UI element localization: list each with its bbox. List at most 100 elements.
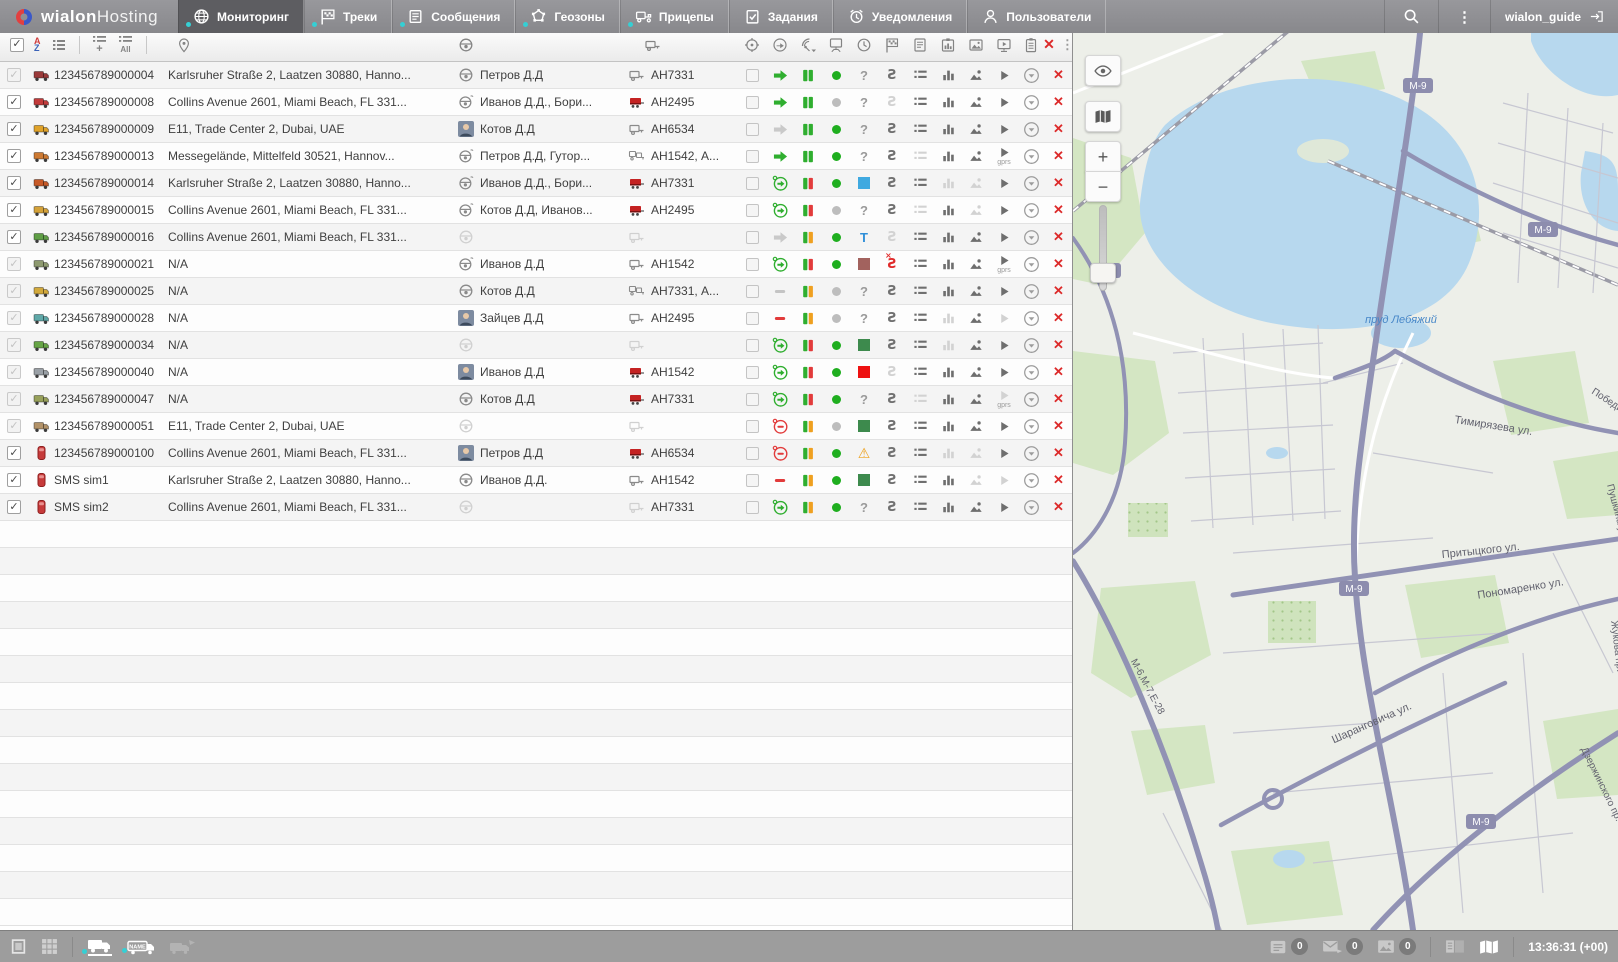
quick-chart-button[interactable] xyxy=(934,224,962,250)
list-menu-kebab-icon[interactable]: ⋮ xyxy=(1061,37,1074,53)
unit-menu-button[interactable] xyxy=(1018,386,1044,412)
follow-unit-checkbox[interactable] xyxy=(738,467,766,493)
remove-unit-button[interactable]: ✕ xyxy=(1044,413,1072,439)
unit-row[interactable]: ✓123456789000034N/AS✕ xyxy=(0,332,1072,359)
tab-geofences[interactable]: Геозоны xyxy=(515,0,620,33)
tab-tracks[interactable]: Треки xyxy=(304,0,392,33)
unit-visibility-checkbox[interactable]: ✓ xyxy=(0,386,28,412)
column-address[interactable] xyxy=(168,37,450,53)
quick-chart-button[interactable] xyxy=(934,359,962,385)
unit-menu-button[interactable] xyxy=(1018,224,1044,250)
media-button[interactable] xyxy=(962,386,990,412)
unit-row[interactable]: ✓SMS sim2Collins Avenue 2601, Miami Beac… xyxy=(0,494,1072,521)
quick-report-button[interactable] xyxy=(906,467,934,493)
quick-chart-button[interactable] xyxy=(934,305,962,331)
remove-unit-button[interactable]: ✕ xyxy=(1044,89,1072,115)
unit-row[interactable]: ✓123456789000025N/AКотов Д.ДАН7331, А...… xyxy=(0,278,1072,305)
quick-chart-button[interactable] xyxy=(934,278,962,304)
zoom-in-button[interactable]: + xyxy=(1085,141,1121,172)
unit-menu-button[interactable] xyxy=(1018,251,1044,277)
remove-unit-button[interactable]: ✕ xyxy=(1044,197,1072,223)
quick-chart-button[interactable] xyxy=(934,386,962,412)
unit-row[interactable]: ✓SMS sim1Karlsruher Straße 2, Laatzen 30… xyxy=(0,467,1072,494)
unit-visibility-checkbox[interactable]: ✓ xyxy=(0,116,28,142)
log-panel-button[interactable] xyxy=(1445,939,1465,954)
follow-unit-checkbox[interactable] xyxy=(738,386,766,412)
column-last-message[interactable] xyxy=(850,37,878,53)
quick-chart-button[interactable] xyxy=(934,251,962,277)
media-button[interactable] xyxy=(962,170,990,196)
column-driver[interactable] xyxy=(450,37,620,53)
media-button[interactable] xyxy=(962,62,990,88)
media-button[interactable] xyxy=(962,413,990,439)
follow-unit-checkbox[interactable] xyxy=(738,224,766,250)
unit-visibility-checkbox[interactable]: ✓ xyxy=(0,332,28,358)
tab-monitoring[interactable]: Мониторинг xyxy=(178,0,304,33)
follow-unit-checkbox[interactable] xyxy=(738,170,766,196)
clear-list-button[interactable]: ✕ xyxy=(1043,36,1055,53)
remove-unit-button[interactable]: ✕ xyxy=(1044,359,1072,385)
follow-unit-checkbox[interactable] xyxy=(738,332,766,358)
quick-track-button[interactable] xyxy=(990,62,1018,88)
column-reports[interactable] xyxy=(934,37,962,53)
user-menu[interactable]: wialon_guide xyxy=(1490,0,1618,33)
follow-unit-checkbox[interactable] xyxy=(738,305,766,331)
column-connection[interactable] xyxy=(794,37,822,53)
unit-row[interactable]: ✓123456789000014Karlsruher Straße 2, Laa… xyxy=(0,170,1072,197)
unit-row[interactable]: ✓123456789000047N/AКотов Д.ДАН7331?Sgprs… xyxy=(0,386,1072,413)
show-unit-traces-button[interactable] xyxy=(169,939,197,955)
unit-visibility-checkbox[interactable]: ✓ xyxy=(0,251,28,277)
remove-unit-button[interactable]: ✕ xyxy=(1044,62,1072,88)
unit-row[interactable]: ✓123456789000004Karlsruher Straße 2, Laa… xyxy=(0,62,1072,89)
quick-track-button[interactable] xyxy=(990,170,1018,196)
unit-visibility-checkbox[interactable]: ✓ xyxy=(0,413,28,439)
unit-menu-button[interactable] xyxy=(1018,440,1044,466)
quick-track-button[interactable] xyxy=(990,440,1018,466)
unit-row[interactable]: ✓123456789000015Collins Avenue 2601, Mia… xyxy=(0,197,1072,224)
unit-menu-button[interactable] xyxy=(1018,197,1044,223)
unit-visibility-checkbox[interactable]: ✓ xyxy=(0,494,28,520)
quick-track-button[interactable]: gprs xyxy=(990,386,1018,412)
tab-jobs[interactable]: Задания xyxy=(729,0,833,33)
follow-unit-checkbox[interactable] xyxy=(738,251,766,277)
remove-unit-button[interactable]: ✕ xyxy=(1044,305,1072,331)
map-toggle-button[interactable] xyxy=(1479,939,1499,955)
follow-unit-checkbox[interactable] xyxy=(738,440,766,466)
quick-report-button[interactable] xyxy=(906,494,934,520)
media-button[interactable] xyxy=(962,305,990,331)
show-unit-names-button[interactable]: NAME xyxy=(127,939,155,955)
unit-visibility-checkbox[interactable]: ✓ xyxy=(0,197,28,223)
quick-track-button[interactable] xyxy=(990,413,1018,439)
unit-row[interactable]: ✓123456789000008Collins Avenue 2601, Mia… xyxy=(0,89,1072,116)
quick-track-button[interactable] xyxy=(990,278,1018,304)
unit-menu-button[interactable] xyxy=(1018,278,1044,304)
remove-unit-button[interactable]: ✕ xyxy=(1044,116,1072,142)
media-button[interactable] xyxy=(962,224,990,250)
media-button[interactable] xyxy=(962,494,990,520)
zoom-out-button[interactable]: − xyxy=(1085,171,1121,202)
email-counter[interactable]: 0 xyxy=(1322,938,1363,955)
quick-report-button[interactable] xyxy=(906,359,934,385)
column-properties[interactable] xyxy=(906,37,934,53)
remove-unit-button[interactable]: ✕ xyxy=(1044,278,1072,304)
quick-track-button[interactable]: gprs xyxy=(990,251,1018,277)
remove-unit-button[interactable]: ✕ xyxy=(1044,494,1072,520)
map-area[interactable]: М-9 М-9 М-9 М-9 28 пруд Лебяжий Тимиряз xyxy=(1073,33,1618,930)
global-search-button[interactable] xyxy=(1384,0,1438,33)
quick-track-button[interactable] xyxy=(990,224,1018,250)
quick-report-button[interactable] xyxy=(906,224,934,250)
select-all-checkbox[interactable]: ✓ xyxy=(10,38,24,52)
unit-visibility-checkbox[interactable]: ✓ xyxy=(0,170,28,196)
quick-track-button[interactable]: gprs xyxy=(990,143,1018,169)
quick-chart-button[interactable] xyxy=(934,467,962,493)
quick-report-button[interactable] xyxy=(906,89,934,115)
column-motion-state[interactable] xyxy=(766,37,794,53)
unit-menu-button[interactable] xyxy=(1018,359,1044,385)
follow-unit-checkbox[interactable] xyxy=(738,197,766,223)
map-visibility-button[interactable] xyxy=(1085,55,1121,86)
quick-report-button[interactable] xyxy=(906,251,934,277)
column-trips[interactable] xyxy=(878,37,906,53)
tab-users[interactable]: Пользователи xyxy=(967,0,1106,33)
media-button[interactable] xyxy=(962,467,990,493)
unit-visibility-checkbox[interactable]: ✓ xyxy=(0,143,28,169)
